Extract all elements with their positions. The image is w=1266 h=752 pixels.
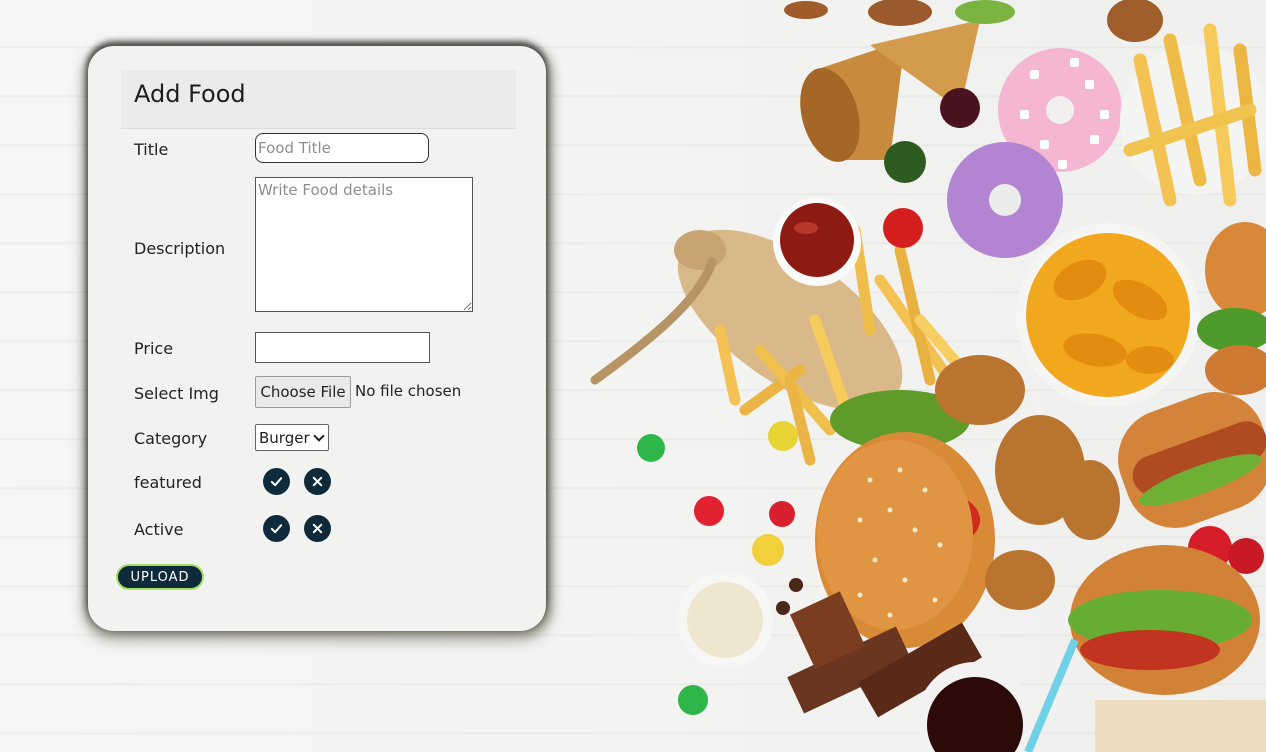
category-label: Category: [134, 429, 208, 448]
price-input[interactable]: [255, 332, 430, 363]
check-icon: [270, 524, 283, 534]
file-status-text: No file chosen: [355, 382, 462, 400]
chocolate-bars: [787, 591, 982, 718]
add-food-form-card: Add Food Title Description Price Select …: [88, 46, 546, 631]
cookies: [784, 0, 1163, 42]
chicken-nuggets: [935, 355, 1120, 610]
food-title-input[interactable]: [255, 133, 429, 163]
active-no-button[interactable]: [304, 515, 331, 542]
close-icon: [312, 523, 323, 534]
food-description-textarea[interactable]: [255, 177, 473, 312]
active-label: Active: [134, 520, 184, 539]
ice-cream-cones: [800, 20, 980, 248]
title-label: Title: [134, 140, 169, 159]
featured-no-button[interactable]: [304, 468, 331, 495]
form-title: Add Food: [134, 80, 246, 108]
select-image-label: Select Img: [134, 384, 219, 403]
donuts: [947, 48, 1122, 258]
mayo-bowl: [677, 572, 773, 668]
featured-label: featured: [134, 473, 202, 492]
active-yes-button[interactable]: [263, 515, 290, 542]
ketchup-bowl: [773, 198, 861, 286]
main-burger: [815, 390, 995, 648]
sandwich: [1068, 545, 1266, 752]
featured-yes-button[interactable]: [263, 468, 290, 495]
price-label: Price: [134, 339, 174, 358]
choose-file-button[interactable]: Choose File: [255, 376, 351, 408]
category-select[interactable]: Burger: [255, 424, 329, 451]
description-label: Description: [134, 239, 226, 258]
soda-cup: [917, 638, 1079, 752]
wooden-board: [590, 229, 903, 411]
burger-right: [1197, 222, 1266, 395]
hot-dog: [1118, 392, 1266, 574]
form-header: Add Food: [121, 70, 516, 129]
fries-cup: [1120, 23, 1266, 207]
check-icon: [270, 477, 283, 487]
fries-left: [714, 224, 986, 466]
category-selected-value: Burger: [259, 428, 310, 447]
close-icon: [312, 476, 323, 487]
upload-button[interactable]: UPLOAD: [116, 564, 204, 590]
chips-bowl: [1016, 223, 1200, 407]
gummy-candies: [637, 421, 803, 715]
chevron-down-icon: [312, 429, 325, 442]
